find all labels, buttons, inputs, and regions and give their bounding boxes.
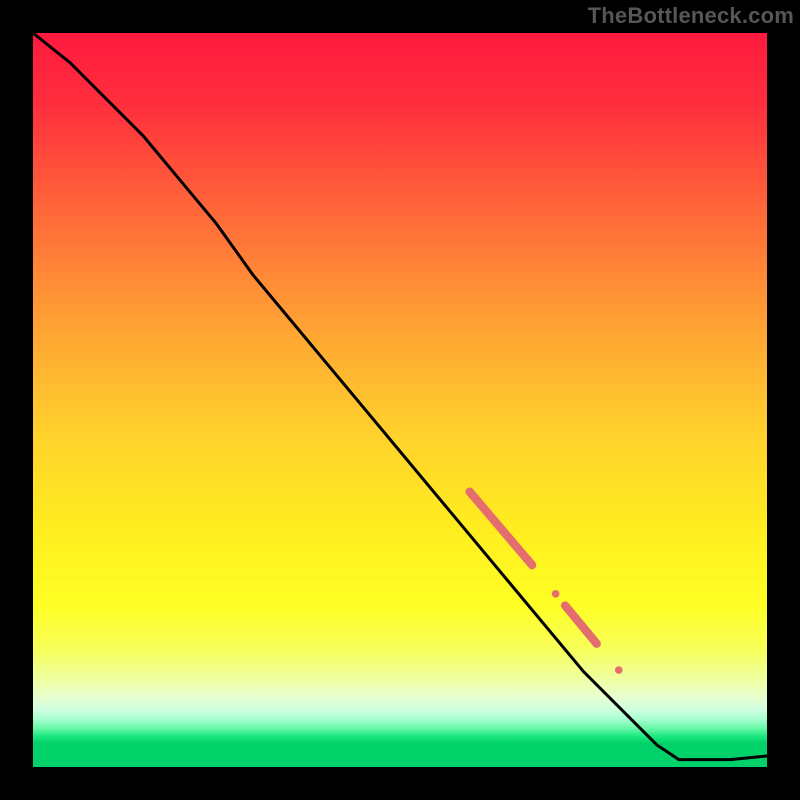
marker-capsule (470, 492, 532, 565)
chart-frame: TheBottleneck.com (0, 0, 800, 800)
marker-capsule (565, 606, 597, 644)
marker-dot (552, 590, 560, 598)
marker-dot (615, 666, 623, 674)
watermark-label: TheBottleneck.com (588, 3, 794, 29)
marker-layer (33, 33, 767, 767)
plot-area (33, 33, 767, 767)
